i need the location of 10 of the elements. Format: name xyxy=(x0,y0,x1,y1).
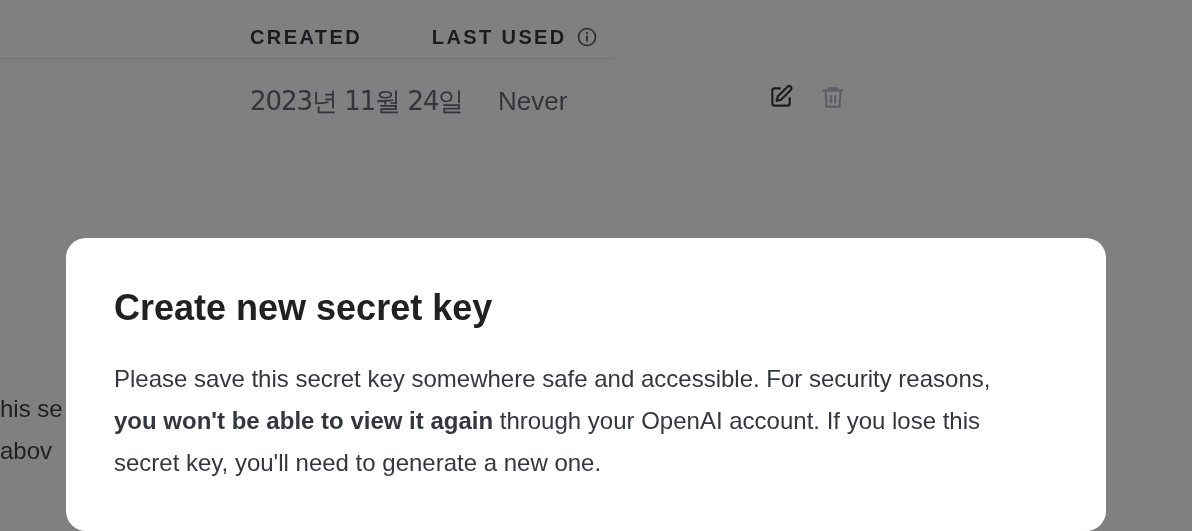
table-cell-text: 2023년 11월 24일 xyxy=(250,84,465,118)
body-text: his se xyxy=(0,394,63,424)
dialog-title: Create new secret key xyxy=(114,286,493,330)
column-header: CREATED xyxy=(250,25,362,50)
info-icon[interactable] xyxy=(576,27,597,47)
dialog-message: Please save this secret key somewhere safe and accessible. For security reasons, you won't be able to view it again through your OpenAI account. If you lose this secret key, you'll need to generate a new one. xyxy=(114,364,992,478)
table-cell-text: Never xyxy=(498,84,569,118)
edit-icon[interactable] xyxy=(768,84,794,110)
body-text: abov xyxy=(0,436,53,466)
column-header: LAST USED xyxy=(431,25,567,50)
